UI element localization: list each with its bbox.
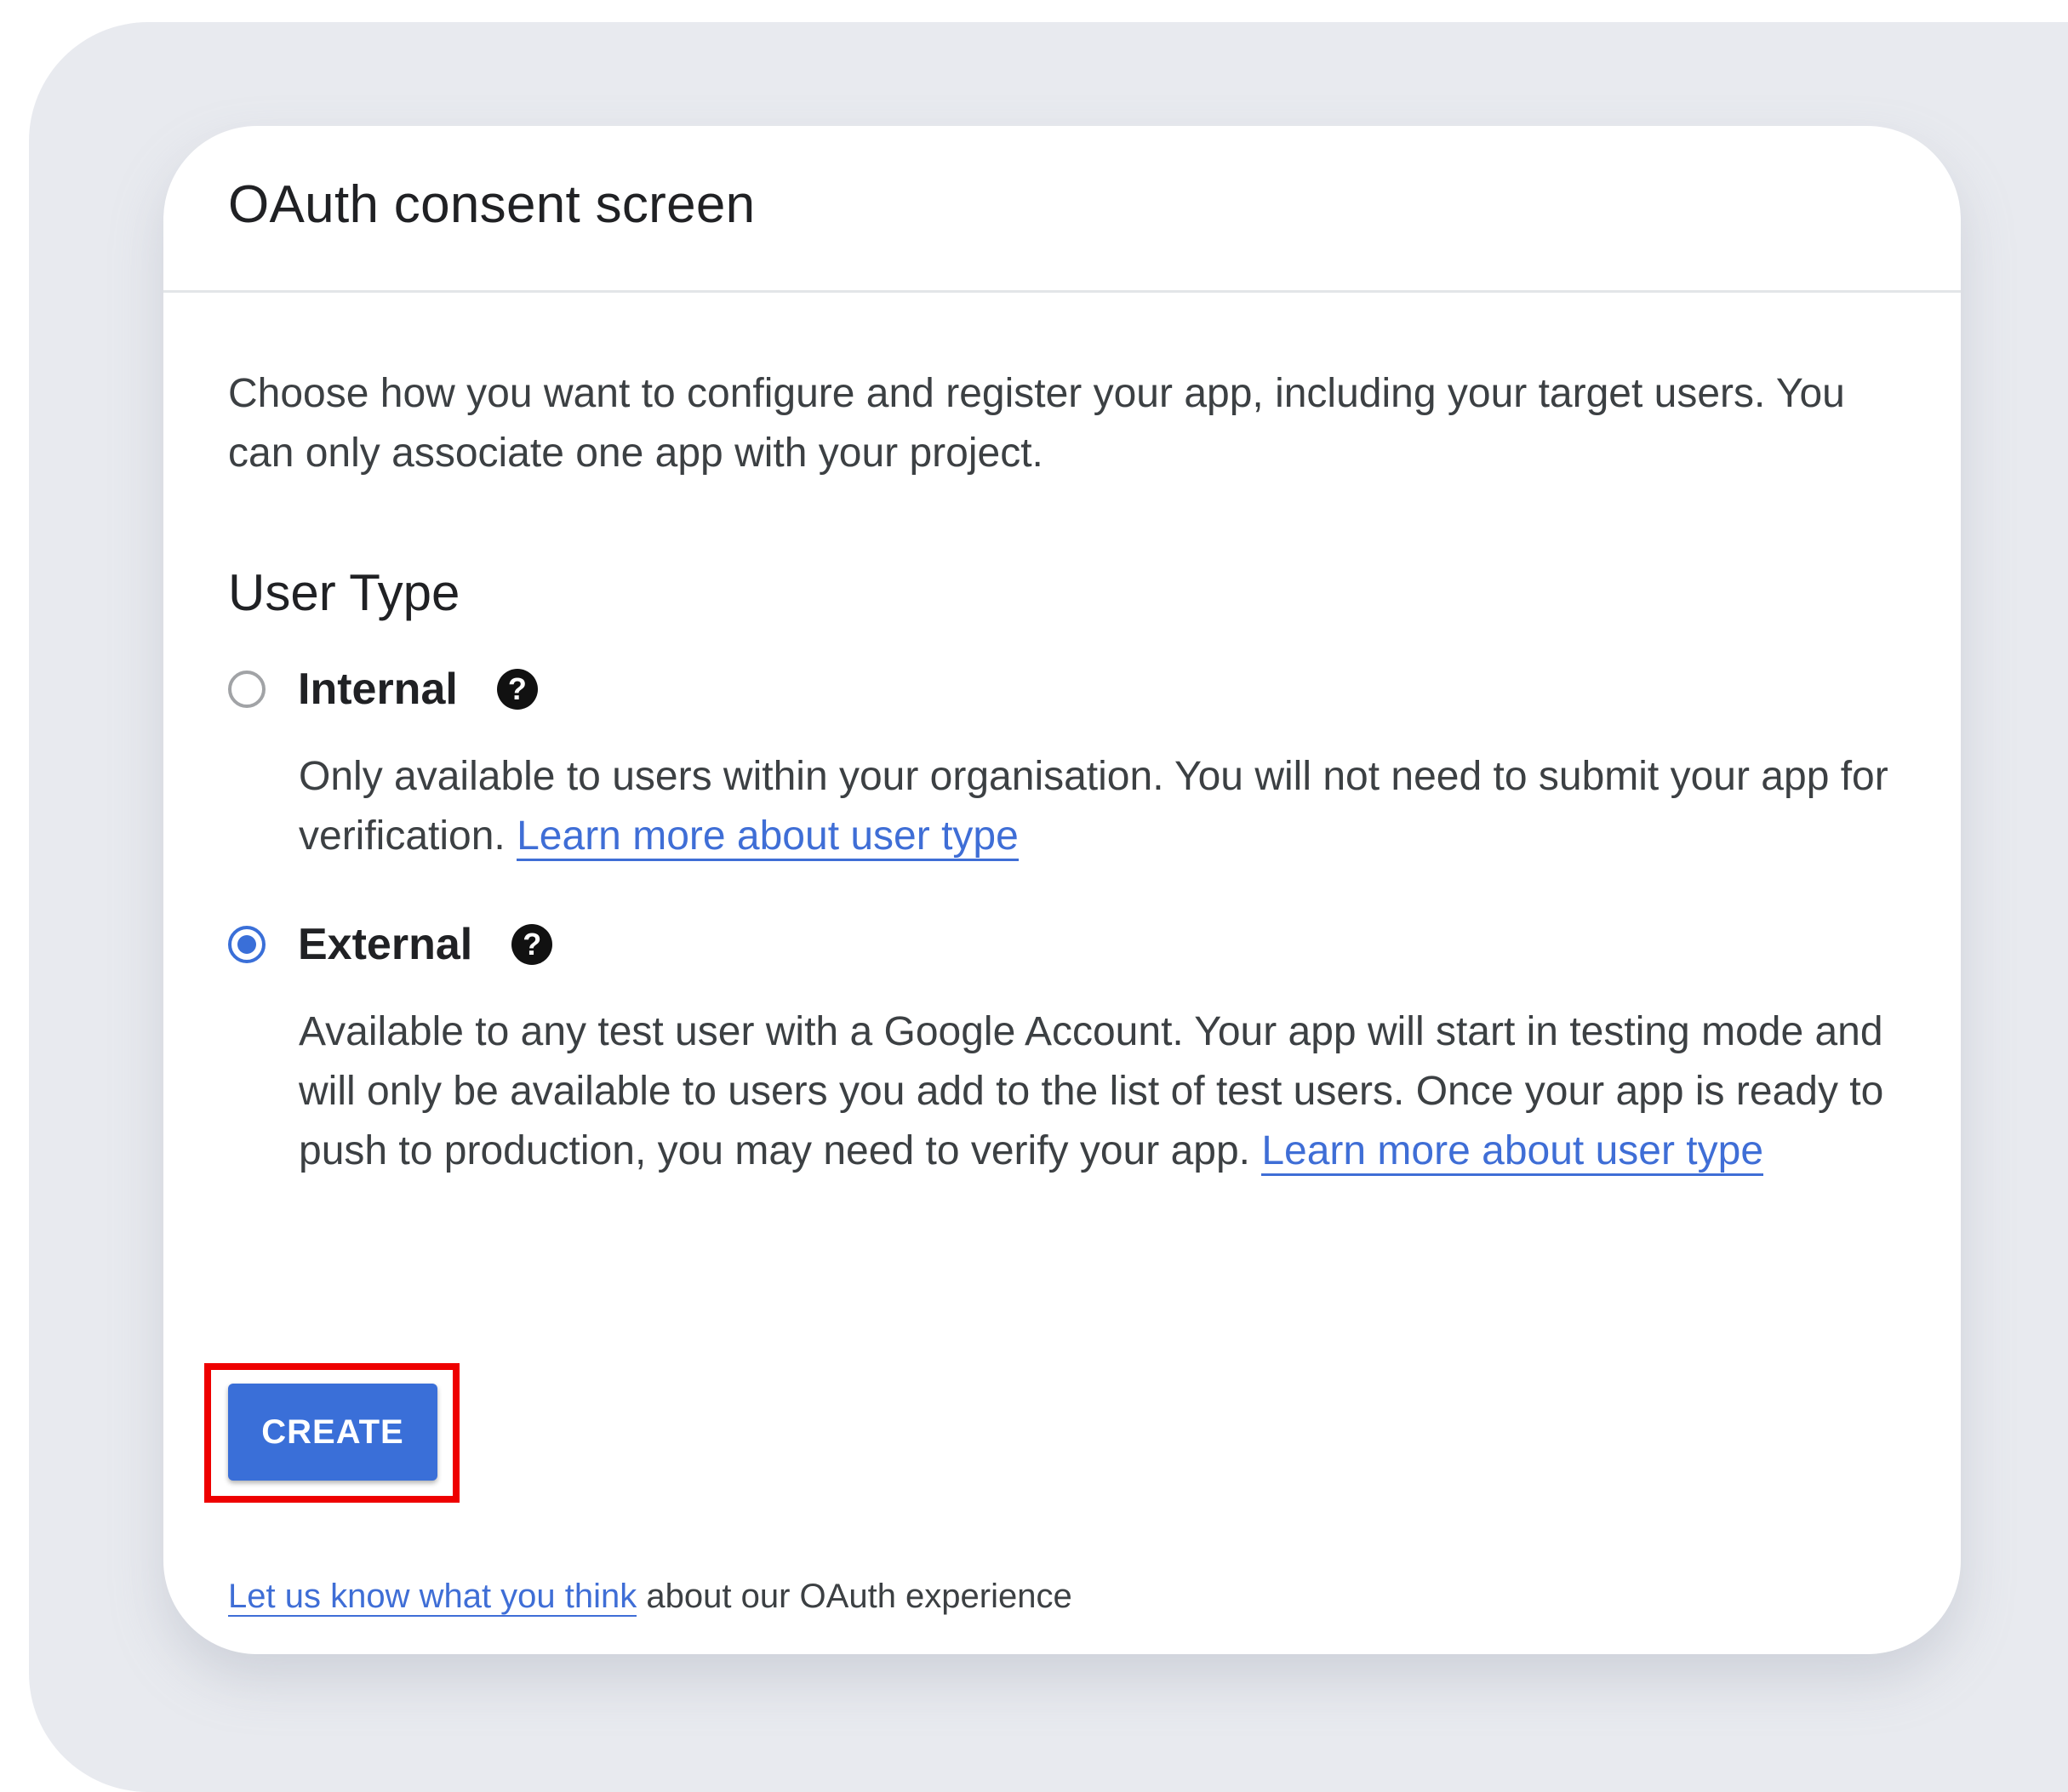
learn-more-user-type-link[interactable]: Learn more about user type <box>1261 1128 1764 1176</box>
help-question-icon[interactable]: ? <box>511 924 553 965</box>
option-external[interactable]: External ? <box>228 919 553 970</box>
page-title: OAuth consent screen <box>228 175 756 234</box>
card-header: OAuth consent screen <box>163 126 1961 293</box>
external-description: Available to any test user with a Google… <box>299 1002 1916 1181</box>
option-internal[interactable]: Internal ? <box>228 664 538 715</box>
help-question-icon[interactable]: ? <box>496 669 538 710</box>
user-type-heading: User Type <box>228 564 460 621</box>
create-button[interactable]: CREATE <box>228 1384 437 1481</box>
internal-description: Only available to users within your orga… <box>299 747 1899 866</box>
feedback-text: about our OAuth experience <box>646 1578 1072 1615</box>
external-label[interactable]: External <box>298 919 472 970</box>
radio-selected-dot <box>237 935 256 954</box>
oauth-consent-card: OAuth consent screen Choose how you want… <box>163 126 1961 1654</box>
intro-text: Choose how you want to configure and reg… <box>228 371 1845 476</box>
feedback-link[interactable]: Let us know what you think <box>228 1578 637 1617</box>
external-radio[interactable] <box>228 926 266 963</box>
learn-more-user-type-link[interactable]: Learn more about user type <box>517 813 1019 861</box>
feedback-line: Let us know what you think about our OAu… <box>228 1578 1072 1617</box>
internal-radio[interactable] <box>228 671 266 708</box>
internal-label[interactable]: Internal <box>298 664 458 715</box>
